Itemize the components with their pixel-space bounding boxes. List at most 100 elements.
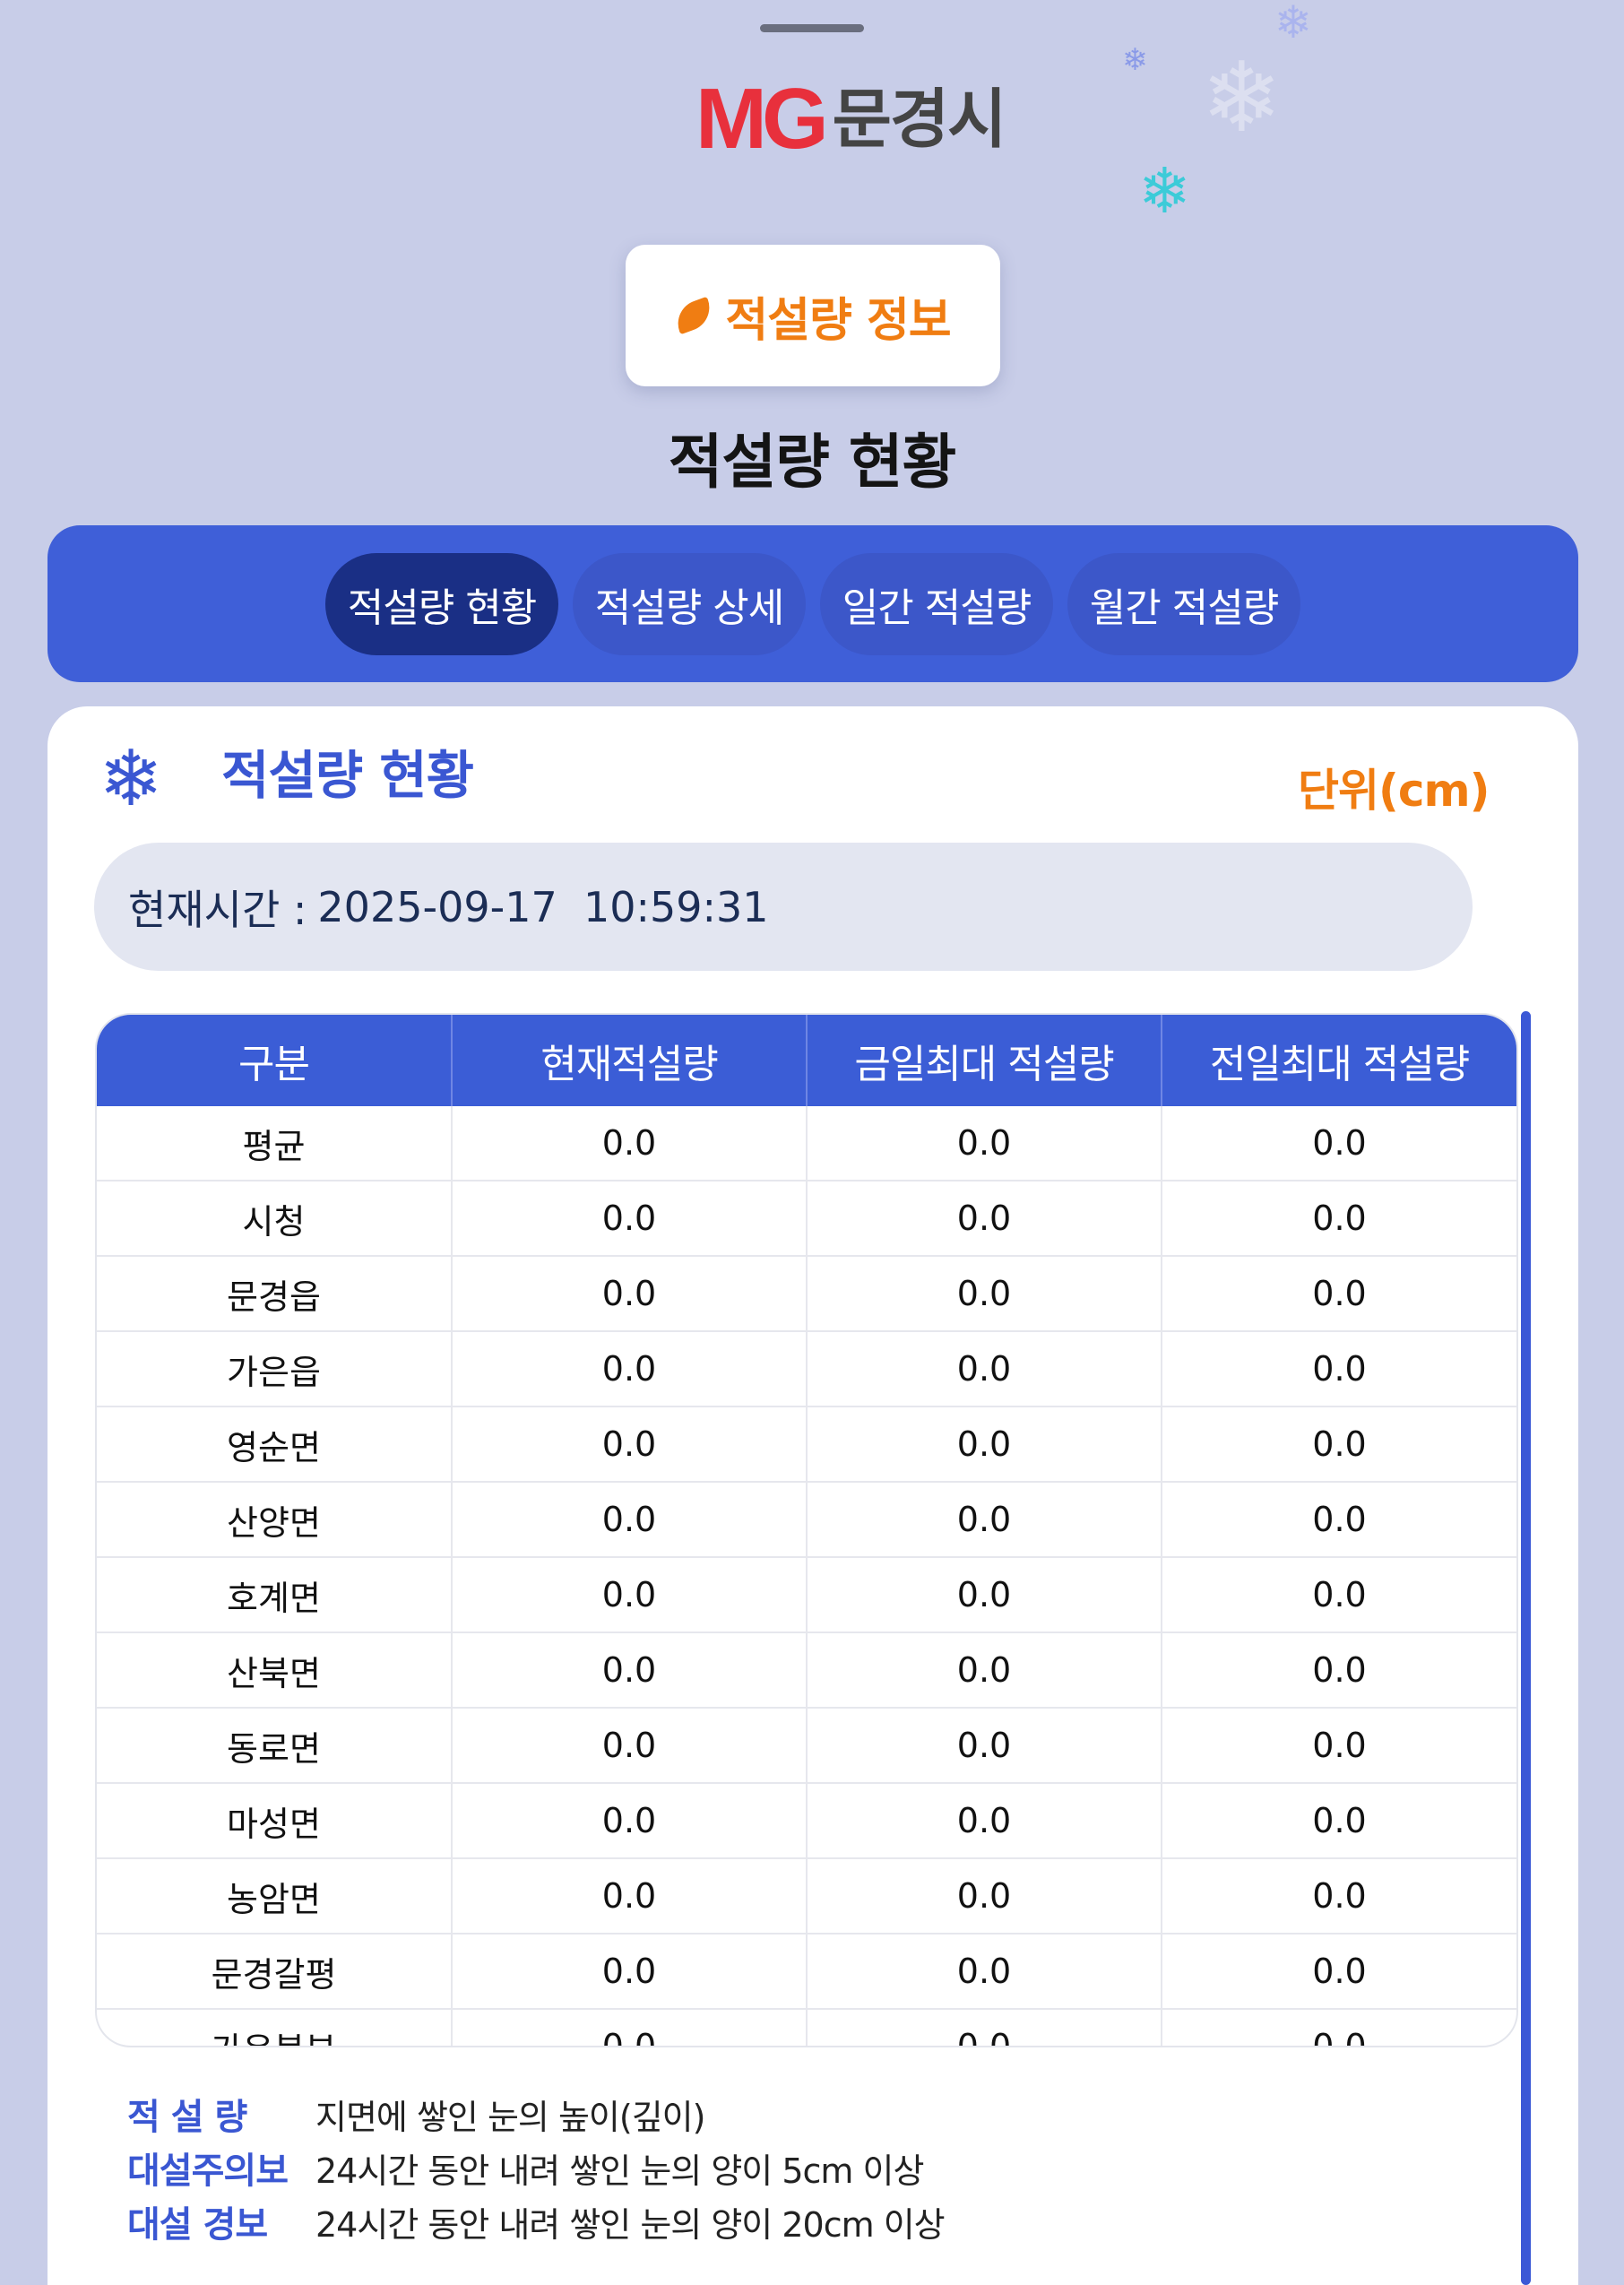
value-cell: 0.0	[452, 1707, 808, 1783]
value-cell: 0.0	[452, 2008, 808, 2046]
value-cell: 0.0	[452, 1632, 808, 1708]
value-cell: 0.0	[452, 1857, 808, 1934]
logo-city-name: 문경시	[832, 82, 1007, 157]
tab-snow-status[interactable]: 적설량 현황	[325, 552, 558, 655]
legend-item: 적 설 량 지면에 쌓인 눈의 높이(깊이)	[127, 2087, 945, 2141]
region-cell: 산북면	[97, 1632, 453, 1708]
value-cell: 0.0	[1162, 1556, 1516, 1632]
legend-desc: 24시간 동안 내려 쌓인 눈의 양이 20cm 이상	[315, 2204, 946, 2245]
value-cell: 0.0	[1312, 1123, 1367, 1163]
region-cell: 문경읍	[97, 1255, 453, 1331]
region-cell: 시청	[97, 1180, 453, 1256]
current-time-box: 현재시간 : 2025-09-17 10:59:31	[94, 843, 1473, 971]
tab-bar: 적설량 현황 적설량 상세 일간 적설량 월간 적설량	[48, 525, 1578, 682]
tab-monthly-snow[interactable]: 월간 적설량	[1067, 552, 1300, 655]
drag-handle[interactable]	[760, 24, 864, 32]
table-row: 가은읍 0.0 0.0 0.0	[97, 1330, 1516, 1406]
table-row: 산양면 0.0 0.0 0.0	[97, 1481, 1516, 1557]
value-cell: 0.0	[452, 1556, 808, 1632]
value-cell: 0.0	[1162, 1481, 1516, 1557]
value-cell: 0.0	[1162, 1255, 1516, 1331]
column-header: 현재적설량	[452, 1015, 808, 1106]
snowflake-icon: ❄	[1201, 42, 1283, 154]
region-cell: 가은북부	[97, 2008, 453, 2046]
table-header-row: 구분 현재적설량 금일최대 적설량 전일최대 적설량	[97, 1015, 1516, 1106]
value-cell: 0.0	[1162, 1707, 1516, 1783]
card-title: 적설량 현황	[221, 745, 474, 806]
snowflake-icon: ❄	[99, 734, 164, 824]
snowflake-icon: ❄	[1138, 154, 1191, 228]
snowfall-info-badge: 적설량 정보	[626, 245, 1000, 386]
value-cell: 0.0	[1162, 1406, 1516, 1482]
table-row: 문경갈평 0.0 0.0 0.0	[97, 1933, 1516, 2009]
scrollbar[interactable]	[1521, 1011, 1531, 2285]
value-cell: 0.0	[1162, 1782, 1516, 1858]
value-cell: 0.0	[452, 1255, 808, 1331]
value-cell: 0.0	[452, 1406, 808, 1482]
leaf-icon	[671, 296, 717, 335]
tab-snow-detail[interactable]: 적설량 상세	[573, 552, 806, 655]
value-cell: 0.0	[807, 1933, 1162, 2009]
value-cell: 0.0	[807, 1556, 1162, 1632]
value-cell: 0.0	[452, 1933, 808, 2009]
value-cell: 0.0	[807, 2008, 1162, 2046]
legend-term: 대설주의보	[127, 2151, 289, 2192]
region-cell: 동로면	[97, 1707, 453, 1783]
value-cell: 0.0	[1162, 1857, 1516, 1934]
table-row: 산북면 0.0 0.0 0.0	[97, 1632, 1516, 1708]
region-cell: 농암면	[97, 1857, 453, 1934]
region-cell: 평균	[97, 1106, 453, 1181]
unit-label: 단위(cm)	[1298, 765, 1490, 817]
value-cell: 0.0	[1162, 2008, 1516, 2046]
current-time-label: 현재시간 :	[128, 885, 307, 934]
value-cell: 0.0	[807, 1481, 1162, 1557]
table-row: 마성면 0.0 0.0 0.0	[97, 1782, 1516, 1858]
tab-daily-snow[interactable]: 일간 적설량	[820, 552, 1053, 655]
legend: 적 설 량 지면에 쌓인 눈의 높이(깊이) 대설주의보 24시간 동안 내려 …	[127, 2087, 946, 2248]
value-cell: 0.0	[1162, 1933, 1516, 2009]
logo-mark: MG	[695, 71, 829, 167]
info-badge-label: 적설량 정보	[725, 293, 951, 348]
region-cell: 문경갈평	[97, 1933, 453, 2009]
region-cell: 마성면	[97, 1782, 453, 1858]
column-header: 구분	[97, 1015, 453, 1106]
city-logo[interactable]: MG 문경시	[695, 71, 1007, 167]
region-cell: 호계면	[97, 1556, 453, 1632]
value-cell: 0.0	[452, 1106, 808, 1181]
value-cell: 0.0	[1162, 1180, 1516, 1256]
value-cell: 0.0	[807, 1180, 1162, 1256]
value-cell: 0.0	[807, 1106, 1162, 1181]
value-cell: 0.0	[807, 1255, 1162, 1331]
value-cell: 0.0	[1162, 1632, 1516, 1708]
region-cell: 산양면	[97, 1481, 453, 1557]
legend-item: 대설주의보 24시간 동안 내려 쌓인 눈의 양이 5cm 이상	[127, 2141, 945, 2194]
value-cell: 0.0	[452, 1782, 808, 1858]
value-cell: 0.0	[807, 1857, 1162, 1934]
value-cell: 0.0	[452, 1180, 808, 1256]
value-cell: 0.0	[452, 1330, 808, 1406]
value-cell: 0.0	[452, 1481, 808, 1557]
legend-term: 대설 경보	[127, 2204, 268, 2246]
column-header: 금일최대 적설량	[807, 1015, 1162, 1106]
value-cell: 0.0	[807, 1707, 1162, 1783]
value-cell: 0.0	[807, 1632, 1162, 1708]
table-row: 가은북부0.00.00.0	[97, 2008, 1516, 2046]
table-row: 문경읍 0.0 0.0 0.0	[97, 1255, 1516, 1331]
page-title: 적설량 현황	[668, 428, 957, 497]
table-row: 영순면 0.0 0.0 0.0	[97, 1406, 1516, 1482]
snowfall-table: 구분 현재적설량 금일최대 적설량 전일최대 적설량 평균 0.0 0.0 0.0 시청…	[95, 1013, 1518, 2047]
region-cell: 가은읍	[97, 1330, 453, 1406]
legend-term: 적 설 량	[127, 2097, 247, 2138]
value-cell: 0.0	[807, 1406, 1162, 1482]
region-cell: 영순면	[97, 1406, 453, 1482]
table-row: 농암면 0.0 0.0 0.0	[97, 1857, 1516, 1934]
table-row: 시청 0.0 0.0 0.0	[97, 1180, 1516, 1256]
value-cell: 0.0	[807, 1330, 1162, 1406]
table-row: 호계면 0.0 0.0 0.0	[97, 1556, 1516, 1632]
legend-desc: 24시간 동안 내려 쌓인 눈의 양이 5cm 이상	[315, 2151, 924, 2191]
table-row: 평균 0.0 0.0 0.0	[97, 1106, 1516, 1181]
current-time-value: 2025-09-17 10:59:31	[317, 882, 769, 931]
legend-item: 대설 경보 24시간 동안 내려 쌓인 눈의 양이 20cm 이상	[127, 2194, 946, 2248]
snowflake-icon: ❄	[1274, 0, 1312, 48]
table-row: 동로면 0.0 0.0 0.0	[97, 1707, 1516, 1783]
